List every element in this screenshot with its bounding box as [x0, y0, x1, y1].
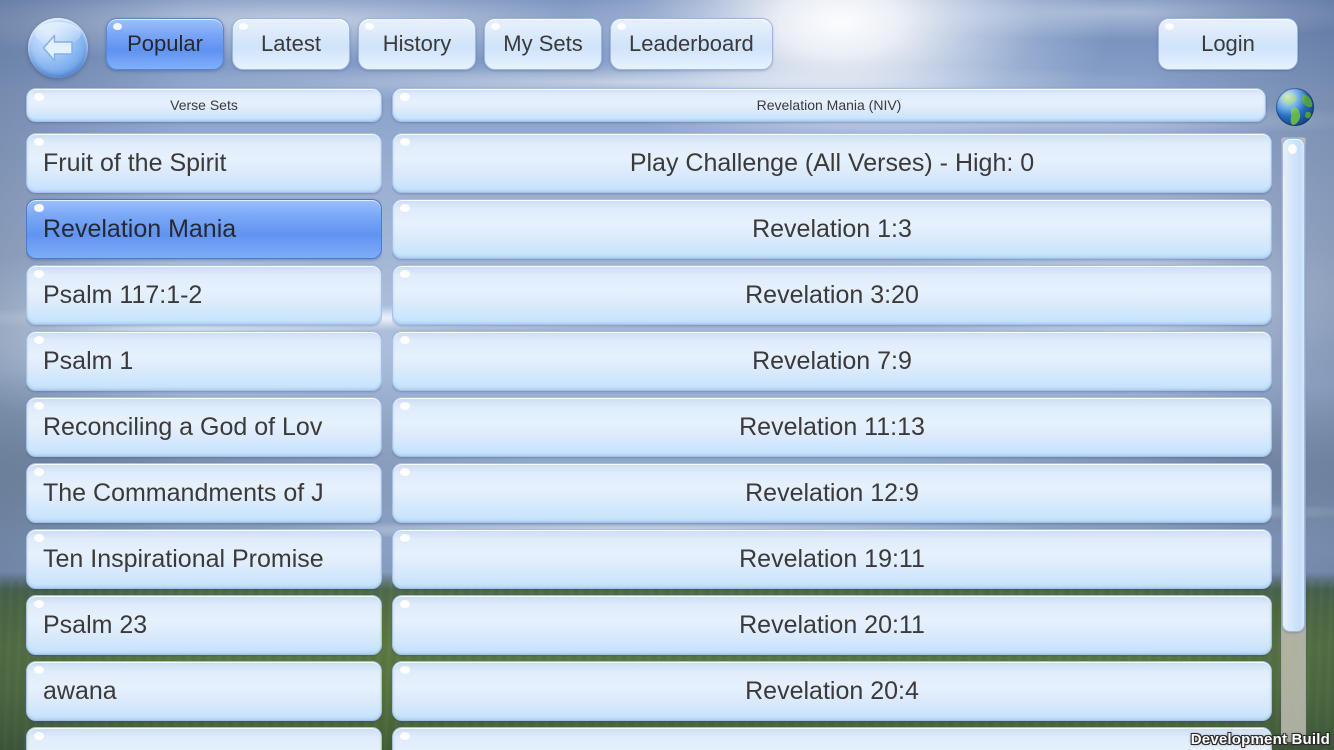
verse-item[interactable]: Revelation 20:11: [392, 595, 1272, 655]
verse-label: Revelation 1:3: [752, 214, 912, 243]
verse-item[interactable]: Revelation 3:20: [392, 265, 1272, 325]
tab-popular[interactable]: Popular: [106, 18, 224, 70]
verse-item[interactable]: [392, 727, 1272, 750]
verse-item[interactable]: Revelation 11:13: [392, 397, 1272, 457]
tab-my-sets-label: My Sets: [503, 31, 583, 56]
verse-set-item[interactable]: Fruit of the Spirit: [26, 133, 382, 193]
verse-set-item[interactable]: The Commandments of J: [26, 463, 382, 523]
verse-set-label: awana: [43, 676, 117, 705]
verse-set-label: Psalm 1: [43, 346, 134, 375]
tab-leaderboard-label: Leaderboard: [629, 31, 754, 56]
verse-item[interactable]: Revelation 19:11: [392, 529, 1272, 589]
play-challenge-button[interactable]: Play Challenge (All Verses) - High: 0: [392, 133, 1272, 193]
vertical-scrollbar-thumb[interactable]: [1282, 138, 1305, 633]
verse-set-item[interactable]: Psalm 117:1-2: [26, 265, 382, 325]
verse-item[interactable]: Revelation 12:9: [392, 463, 1272, 523]
tab-my-sets[interactable]: My Sets: [484, 18, 602, 70]
verse-item[interactable]: Revelation 20:4: [392, 661, 1272, 721]
verse-sets-column-header: Verse Sets: [26, 88, 382, 122]
tab-latest[interactable]: Latest: [232, 18, 350, 70]
verse-list-column-header: Revelation Mania (NIV): [392, 88, 1266, 122]
verse-label: Revelation 19:11: [739, 544, 925, 573]
verse-set-item[interactable]: [26, 727, 382, 750]
verse-sets-list[interactable]: Fruit of the Spirit Revelation Mania Psa…: [26, 133, 382, 750]
verse-set-item[interactable]: Reconciling a God of Lov: [26, 397, 382, 457]
verse-label: Revelation 11:13: [739, 412, 925, 441]
tab-latest-label: Latest: [261, 31, 321, 56]
verse-set-label: Psalm 117:1-2: [43, 280, 203, 309]
verse-set-item[interactable]: awana: [26, 661, 382, 721]
verse-set-item-selected[interactable]: Revelation Mania: [26, 199, 382, 259]
verse-label: Revelation 7:9: [752, 346, 912, 375]
verse-label: Revelation 3:20: [745, 280, 919, 309]
tab-history[interactable]: History: [358, 18, 476, 70]
globe-icon[interactable]: [1272, 84, 1318, 130]
verse-set-label: Ten Inspirational Promise: [43, 544, 324, 573]
app-root: Popular Latest History My Sets Leaderboa…: [0, 0, 1334, 750]
verse-list-header-label: Revelation Mania (NIV): [756, 97, 902, 113]
arrow-left-icon: [42, 34, 73, 62]
login-button[interactable]: Login: [1158, 18, 1298, 70]
tab-popular-label: Popular: [127, 31, 203, 56]
verse-set-item[interactable]: Ten Inspirational Promise: [26, 529, 382, 589]
verse-set-label: Reconciling a God of Lov: [43, 412, 323, 441]
tab-bar: Popular Latest History My Sets Leaderboa…: [106, 18, 773, 70]
verse-label: Revelation 20:11: [739, 610, 925, 639]
verse-label: Revelation 12:9: [745, 478, 919, 507]
vertical-scrollbar-track[interactable]: [1281, 137, 1306, 742]
verse-set-label: Fruit of the Spirit: [43, 148, 227, 177]
verse-set-item[interactable]: Psalm 23: [26, 595, 382, 655]
play-challenge-label: Play Challenge (All Verses) - High: 0: [629, 148, 1035, 177]
verse-label: Revelation 20:4: [745, 676, 919, 705]
verse-item[interactable]: Revelation 1:3: [392, 199, 1272, 259]
tab-leaderboard[interactable]: Leaderboard: [610, 18, 773, 70]
back-button[interactable]: [28, 18, 88, 78]
verse-set-label: Revelation Mania: [43, 214, 237, 243]
verse-sets-header-label: Verse Sets: [170, 97, 238, 113]
top-navigation-bar: Popular Latest History My Sets Leaderboa…: [0, 0, 1334, 86]
login-button-label: Login: [1201, 31, 1255, 56]
verse-item[interactable]: Revelation 7:9: [392, 331, 1272, 391]
verse-set-label: The Commandments of J: [43, 478, 324, 507]
tab-history-label: History: [382, 31, 452, 56]
verse-set-label: Psalm 23: [43, 610, 148, 639]
verse-list[interactable]: Play Challenge (All Verses) - High: 0 Re…: [392, 133, 1272, 750]
verse-set-item[interactable]: Psalm 1: [26, 331, 382, 391]
